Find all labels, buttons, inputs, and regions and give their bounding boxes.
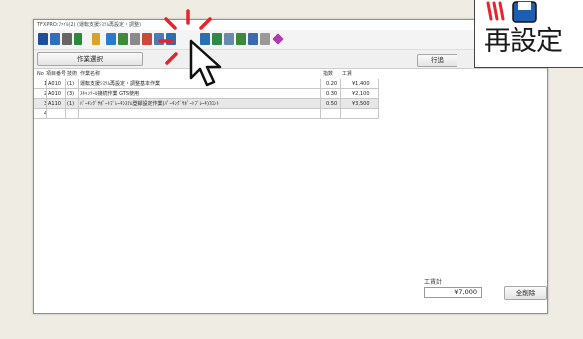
column-header-item-no: 項目番号: [46, 71, 67, 77]
cell-tech: (1): [67, 81, 75, 87]
table-row[interactable]: 3 A110 (1) ﾊﾟｰｷﾝｸﾞｻﾎﾟｰﾄﾌﾞﾚｰｷｼｽﾃﾑ登録設定作業(ﾊ…: [34, 99, 379, 109]
cell-item-no: A010: [48, 91, 61, 97]
delete-all-button[interactable]: 全削除: [504, 286, 547, 300]
mail-icon[interactable]: [248, 33, 258, 45]
cell-index: 0.50: [326, 101, 338, 107]
toolbar: [34, 30, 547, 50]
book-icon[interactable]: [118, 33, 128, 45]
cell-item-no: A110: [48, 101, 61, 107]
diamond-icon[interactable]: [272, 33, 284, 45]
grid-icon[interactable]: [236, 33, 246, 45]
cell-item-no: A010: [48, 81, 61, 87]
grid-line: [78, 79, 79, 119]
print-icon[interactable]: [62, 33, 72, 45]
column-header-index: 指数: [323, 71, 334, 77]
reset-callout: 再設定: [474, 0, 583, 68]
reset-settings-icon: [486, 1, 537, 23]
grid-line: [46, 79, 47, 119]
column-header-no: No: [37, 71, 44, 77]
grid-line: [340, 79, 341, 119]
cell-wage: ¥2,100: [352, 91, 370, 97]
cell-wage: ¥1,400: [352, 81, 370, 87]
work-select-button[interactable]: 作業選択: [37, 52, 143, 66]
car-icon[interactable]: [260, 33, 270, 45]
reset-callout-label: 再設定: [484, 26, 563, 57]
cell-name: ﾊﾟｰｷﾝｸﾞｻﾎﾟｰﾄﾌﾞﾚｰｷｼｽﾃﾑ登録設定作業(ﾊﾟｰｷﾝｸﾞｻﾎﾟｰﾄ…: [80, 101, 219, 107]
cell-tech: (1): [67, 101, 75, 107]
row-insert-button[interactable]: 行追: [417, 54, 457, 67]
grid-line: [320, 79, 321, 119]
total-value: ¥7,000: [424, 287, 482, 298]
cell-name: 運転支援ｼｽﾃﾑ再設定・調整基本作業: [80, 81, 161, 87]
cell-index: 0.30: [326, 91, 338, 97]
column-header-wage: 工賃: [342, 71, 353, 77]
column-header-tech: 技術: [67, 71, 78, 77]
chart-icon[interactable]: [130, 33, 140, 45]
table-row[interactable]: 4: [34, 109, 379, 119]
grid-line: [65, 79, 66, 119]
cell-name: ｽｷｬﾝﾂｰﾙ接続作業 GTS使用: [80, 91, 140, 97]
app-window: TFXPRO:ﾌｧｲﾙ(2) (運転支援ｼｽﾃﾑ再設定・調整) 作業選択 行追 …: [33, 19, 548, 314]
cell-wage: ¥3,500: [352, 101, 370, 107]
grid-line: [378, 79, 379, 119]
export-icon[interactable]: [74, 33, 82, 45]
search-icon[interactable]: [92, 33, 100, 45]
person-icon[interactable]: [142, 33, 152, 45]
save-as-icon[interactable]: [50, 33, 60, 45]
table-row[interactable]: 2 A010 (3) ｽｷｬﾝﾂｰﾙ接続作業 GTS使用 0.30 ¥2,100: [34, 89, 379, 99]
section-bar: 作業選択 行追: [34, 50, 547, 69]
calendar-icon[interactable]: [106, 33, 116, 45]
window-title: TFXPRO:ﾌｧｲﾙ(2) (運転支援ｼｽﾃﾑ再設定・調整): [34, 20, 547, 30]
save-icon[interactable]: [38, 33, 48, 45]
gear-icon[interactable]: [224, 33, 234, 45]
total-label: 工賃計: [424, 279, 443, 286]
mouse-cursor-icon: [189, 39, 222, 87]
column-header-name: 作業名称: [80, 71, 101, 77]
cell-index: 0.20: [326, 81, 338, 87]
cell-tech: (3): [67, 91, 75, 97]
